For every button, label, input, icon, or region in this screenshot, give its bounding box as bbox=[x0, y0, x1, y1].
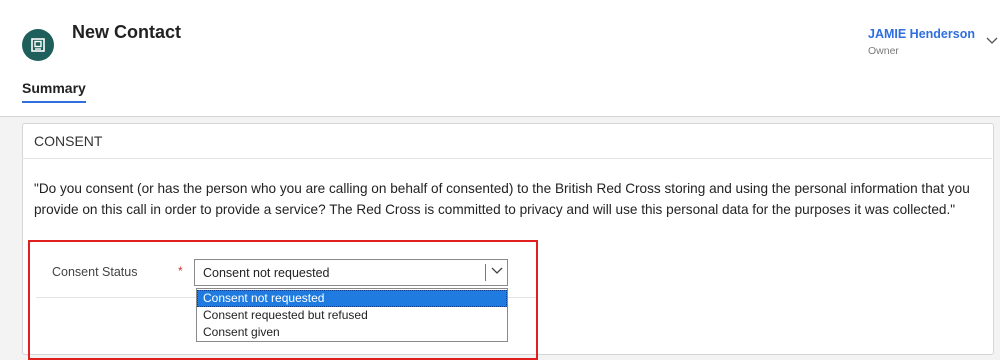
chevron-down-icon[interactable] bbox=[491, 267, 503, 275]
option-consent-requested-but-refused[interactable]: Consent requested but refused bbox=[197, 307, 507, 324]
consent-question-text: "Do you consent (or has the person who y… bbox=[34, 181, 970, 217]
record-header: New Contact JAMIE Henderson Owner Summar… bbox=[0, 0, 1000, 117]
required-marker: * bbox=[178, 264, 183, 278]
consent-status-value: Consent not requested bbox=[203, 266, 330, 280]
contact-card-icon bbox=[31, 38, 45, 52]
owner-name-link[interactable]: JAMIE Henderson bbox=[868, 27, 975, 41]
consent-status-dropdown: Consent not requested Consent requested … bbox=[196, 288, 508, 342]
tab-summary[interactable]: Summary bbox=[22, 80, 86, 103]
contact-avatar bbox=[22, 29, 54, 61]
consent-status-select[interactable]: Consent not requested bbox=[194, 259, 508, 286]
select-separator bbox=[485, 264, 486, 281]
owner-label: Owner bbox=[868, 45, 899, 57]
option-consent-not-requested[interactable]: Consent not requested bbox=[197, 290, 507, 307]
section-title: CONSENT bbox=[34, 133, 103, 149]
section-divider bbox=[22, 158, 992, 159]
consent-status-label: Consent Status bbox=[52, 265, 138, 279]
option-consent-given[interactable]: Consent given bbox=[197, 324, 507, 341]
page-title: New Contact bbox=[72, 22, 182, 42]
chevron-down-icon[interactable] bbox=[986, 37, 998, 45]
